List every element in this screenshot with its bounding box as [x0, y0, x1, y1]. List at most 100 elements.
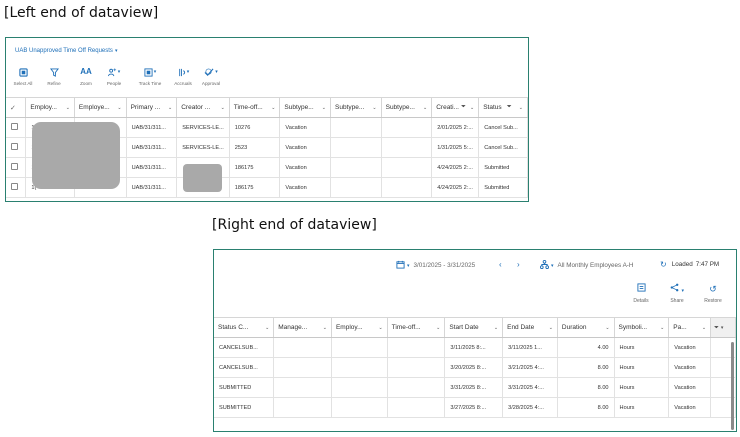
calendar-icon: [396, 260, 405, 271]
refine-button[interactable]: Refine: [39, 66, 69, 86]
cell-start-date: 3/11/2025 8:...: [444, 337, 504, 358]
chevron-down-icon: ⌄: [168, 104, 173, 111]
chevron-down-icon: ⌄: [271, 104, 276, 111]
table-header-row: Status C... ⌄ Manage... ⌄ Employ... ⌄ Time-…: [214, 317, 736, 338]
hierarchy-icon: [540, 260, 549, 271]
approval-button[interactable]: ▾ Approval: [196, 66, 226, 86]
column-header-label: Subtype...: [385, 104, 415, 111]
accruals-button[interactable]: ▾ Accruals: [168, 66, 198, 86]
column-header[interactable]: Symboli... ⌄: [614, 317, 670, 338]
select-all-button[interactable]: Select All: [8, 66, 38, 86]
cell-primary: UAB/31/311...: [126, 117, 178, 138]
people-button[interactable]: ▾ People: [99, 66, 129, 86]
cell-employee: [331, 337, 388, 358]
select-all-icon: [11, 66, 35, 78]
table-row[interactable]: CANCELSUB... 3/20/2025 8:... 3/21/2025 4…: [214, 357, 736, 378]
cell-subtype3: [381, 157, 433, 178]
cell-paycode: Vacation: [668, 337, 712, 358]
table-row[interactable]: CANCELSUB... 3/11/2025 8:... 3/11/2025 1…: [214, 337, 736, 358]
table-row[interactable]: SUBMITTED 3/31/2025 8:... 3/31/2025 4:..…: [214, 377, 736, 398]
cell-primary: UAB/31/311...: [126, 137, 178, 158]
zoom-button[interactable]: AA Zoom: [71, 66, 101, 86]
column-header[interactable]: Time-off... ⌄: [387, 317, 446, 338]
employee-group-selector[interactable]: ▾ All Monthly Employees A-H: [540, 260, 633, 271]
share-button[interactable]: ▾ Share: [663, 283, 691, 304]
caption-right-end: [Right end of dataview]: [212, 217, 377, 233]
previous-period-button[interactable]: ‹: [499, 260, 502, 269]
zoom-label: Zoom: [80, 81, 92, 86]
row-checkbox-cell[interactable]: [6, 117, 27, 138]
column-header[interactable]: Manage... ⌄: [273, 317, 332, 338]
column-header[interactable]: Subtype... ⌄: [381, 97, 433, 118]
row-checkbox[interactable]: [11, 123, 18, 130]
column-header[interactable]: Start Date ⌄: [444, 317, 504, 338]
redaction-block: [183, 164, 222, 192]
row-checkbox[interactable]: [11, 163, 18, 170]
dataview-title-dropdown[interactable]: UAB Unapproved Time Off Requests ▾: [15, 48, 117, 54]
chevron-down-icon: ⌄: [701, 324, 707, 331]
cell-timeoff: [387, 377, 446, 398]
column-header[interactable]: Time-off... ⌄: [229, 97, 281, 118]
cell-end-date: 3/11/2025 1...: [502, 337, 558, 358]
column-header[interactable]: Status C... ⌄: [214, 317, 275, 338]
cell-timeoff: [387, 357, 446, 378]
column-header-label: Employ...: [30, 104, 57, 111]
column-header[interactable]: Creator ... ⌄: [176, 97, 230, 118]
cell-duration: 4.00: [557, 337, 615, 358]
cell-start-date: 3/31/2025 8:...: [444, 377, 504, 398]
column-header[interactable]: Subtype... ⌄: [279, 97, 331, 118]
track-time-button[interactable]: ▾ Track Time: [135, 66, 165, 86]
cell-subtype3: [381, 117, 433, 138]
select-all-checkbox[interactable]: ✓: [6, 97, 27, 118]
cell-timeoff: 2523: [229, 137, 281, 158]
chevron-down-icon: ⌄: [469, 104, 475, 111]
refresh-icon[interactable]: ↻: [660, 260, 667, 269]
cell-primary: UAB/31/311...: [126, 177, 178, 198]
row-checkbox[interactable]: [11, 183, 18, 190]
next-period-button[interactable]: ›: [517, 260, 520, 269]
column-header[interactable]: Subtype... ⌄: [330, 97, 382, 118]
vertical-scrollbar[interactable]: [731, 342, 734, 430]
cell-creator: SERVICES-LE...: [176, 117, 230, 138]
caption-left-end: [Left end of dataview]: [4, 5, 159, 21]
details-button[interactable]: Details: [627, 283, 655, 304]
column-header[interactable]: Employe... ⌄: [74, 97, 127, 118]
row-checkbox-cell[interactable]: [6, 157, 27, 178]
restore-button[interactable]: ↺ Restore: [699, 283, 727, 304]
column-header[interactable]: Status ⏷ ⌄: [478, 97, 528, 118]
chevron-down-icon: ⌄: [322, 324, 327, 331]
cell-subtype1: Vacation: [279, 117, 331, 138]
checkmark-icon: ✓: [10, 104, 16, 112]
column-header[interactable]: Employ... ⌄: [331, 317, 388, 338]
row-checkbox-cell[interactable]: [6, 177, 27, 198]
cell-created: 4/24/2025 2:...: [431, 177, 480, 198]
column-header-label: Creati...: [436, 104, 459, 111]
cell-status: Submitted: [478, 177, 528, 198]
column-header[interactable]: Pa... ⌄: [668, 317, 712, 338]
column-header-label: Pa...: [673, 324, 687, 331]
cell-manager: [273, 357, 332, 378]
column-header-label: End Date: [507, 324, 535, 331]
date-range-selector[interactable]: ▾ 3/01/2025 - 3/31/2025: [396, 260, 475, 271]
column-header-label: Creator ...: [181, 104, 211, 111]
column-header[interactable]: Primary ... ⌄: [126, 97, 178, 118]
column-header-label: Symboli...: [618, 324, 648, 331]
column-header[interactable]: Creati... ⏷ ⌄: [431, 97, 480, 118]
cell-subtype2: [330, 117, 382, 138]
accruals-label: Accruals: [174, 81, 192, 86]
cell-subtype2: [330, 157, 382, 178]
column-header-label: Primary ...: [130, 104, 161, 111]
column-header[interactable]: Employ... ⌄: [25, 97, 75, 118]
cell-symbolic: Hours: [614, 377, 670, 398]
chevron-down-icon: ⌄: [117, 104, 122, 111]
column-filter-menu[interactable]: ⏷ ▾: [710, 317, 736, 338]
chevron-down-icon: ⌄: [548, 324, 553, 331]
row-checkbox-cell[interactable]: [6, 137, 27, 158]
chevron-down-icon: ⌄: [423, 104, 428, 111]
row-checkbox[interactable]: [11, 143, 18, 150]
table-row[interactable]: SUBMITTED 3/27/2025 8:... 3/28/2025 4:..…: [214, 397, 736, 418]
column-header[interactable]: Duration ⌄: [557, 317, 615, 338]
right-data-grid: Status C... ⌄ Manage... ⌄ Employ... ⌄ Time-…: [214, 317, 736, 418]
redaction-block: [32, 122, 120, 189]
column-header[interactable]: End Date ⌄: [502, 317, 558, 338]
